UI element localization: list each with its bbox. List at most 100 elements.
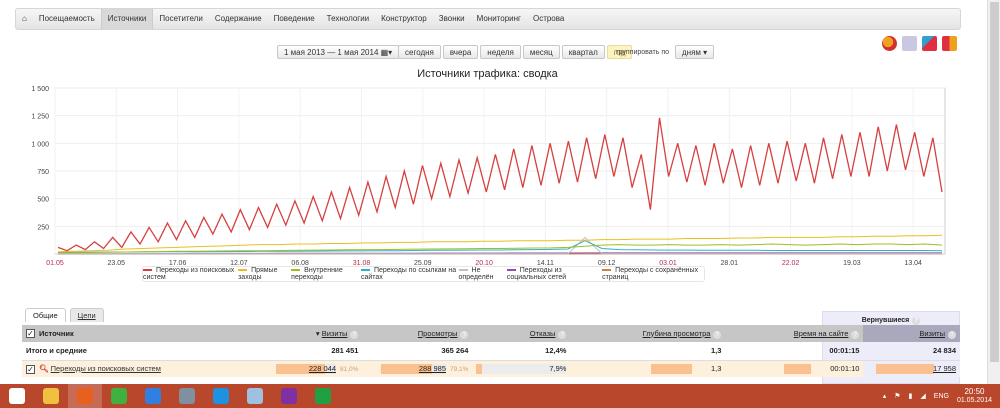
sort-bounces[interactable]: Отказы [530,329,556,338]
help-icon[interactable]: ? [558,330,567,339]
x-tick-label: 06.08 [291,260,309,265]
legend-swatch [360,269,370,272]
y-tick-label: 250 [37,224,49,231]
source-link[interactable]: Переходы из поисковых систем [51,364,161,373]
nav-item[interactable]: Содержание [209,9,268,29]
help-icon[interactable]: ? [350,330,359,339]
notepad-icon-glyph [247,388,263,404]
battery-icon[interactable]: ▮ [909,392,913,400]
line-chart-icon[interactable] [902,36,917,51]
x-tick-label: 01.05 [46,260,64,265]
explorer-icon-glyph [43,388,59,404]
explorer-icon[interactable] [34,384,68,408]
y-tick-label: 1 000 [31,141,49,148]
traffic-chart: 250 500 750 1 000 1 250 1 500 01.05 23.05 17.06 1… [31,86,946,265]
sort-views[interactable]: Просмотры [418,329,458,338]
scrollbar[interactable] [987,0,1000,384]
legend-item[interactable]: Переходы из поисковых систем [143,267,238,281]
help-icon[interactable]: ? [912,317,921,325]
nav-item[interactable]: Звонки [433,9,471,29]
legend-item[interactable]: Не определён [458,267,507,281]
legend-item[interactable]: Переходы по ссылкам на сайтах [360,267,459,281]
period-button[interactable]: квартал [561,45,605,59]
help-icon[interactable]: ? [460,330,469,339]
legend-swatch [602,269,612,272]
legend-item[interactable]: Внутренние переходы [291,267,361,281]
system-tray: ▴ ⚑ ▮ ◢ ENG 20:50 01.05.2014 [883,384,992,408]
icq-icon[interactable] [102,384,136,408]
home-icon[interactable]: ⌂ [16,9,33,29]
legend-swatch [143,269,152,272]
select-all-checkbox[interactable]: ✓ [26,329,35,339]
tray-arrow-icon[interactable]: ▴ [883,392,887,400]
nav-item[interactable]: Источники [100,9,154,29]
network-icon[interactable]: ◢ [920,392,925,400]
row-checkbox[interactable]: ✓ [26,364,35,374]
legend-swatch [506,269,516,272]
legend-label: Переходы из поисковых систем [143,267,235,281]
language-indicator[interactable]: ENG [934,393,949,400]
media-icon-glyph [179,388,195,404]
period-button[interactable]: месяц [522,45,560,59]
winrar-icon-glyph [281,388,297,404]
nav-item[interactable]: Поведение [268,9,321,29]
x-tick-label: 22.02 [782,260,800,265]
legend-swatch [291,269,301,272]
firefox-icon[interactable] [68,384,102,408]
help-icon[interactable]: ? [948,330,956,339]
tab-general[interactable]: Общие [25,308,66,322]
group-label: группировать по [616,48,670,56]
group-select[interactable]: дням ▾ [675,45,715,59]
sort-returning-visits[interactable]: Визиты [919,329,945,338]
legend-label: Переходы по ссылкам на сайтах [360,267,457,281]
x-tick-label: 31.08 [353,260,371,265]
chart-title: Источники трафика: сводка [417,68,558,80]
help-icon[interactable]: ? [851,330,860,339]
nav-item[interactable]: Мониторинг [471,9,527,29]
x-tick-label: 09.12 [598,260,616,265]
pie-chart-icon[interactable] [882,36,897,51]
media-icon[interactable] [170,384,204,408]
period-button[interactable]: вчера [442,45,479,59]
sort-depth[interactable]: Глубина просмотра [643,329,711,338]
legend-item[interactable]: Переходы с сохранённых страниц [602,267,704,281]
nav-item[interactable]: Посетители [153,9,208,29]
period-button[interactable]: сегодня [398,45,441,59]
clock[interactable]: 20:50 01.05.2014 [957,387,992,405]
nav-item[interactable]: Посещаемость [33,9,101,29]
legend-swatch [238,269,248,272]
firefox-icon-glyph [77,388,93,404]
area-chart-icon[interactable] [922,36,937,51]
ie-icon[interactable] [136,384,170,408]
x-tick-label: 25.09 [414,260,432,265]
scrollbar-thumb[interactable] [990,2,999,362]
help-icon[interactable]: ? [713,330,722,339]
skype-icon-glyph [213,388,229,404]
legend-item[interactable]: Прямые заходы [238,267,291,281]
winrar-icon[interactable] [272,384,306,408]
y-tick-label: 1 250 [31,114,49,121]
period-button[interactable]: неделя [480,45,521,59]
nav-item[interactable]: Технологии [321,9,375,29]
legend-item[interactable]: Переходы из социальных сетей [506,267,602,281]
tab-chains[interactable]: Цепи [69,308,104,322]
top-nav: ⌂ Посещаемость Источники Посетители Содержа… [15,8,961,30]
series-line [57,117,943,252]
sort-time[interactable]: Время на сайте [794,329,849,338]
x-tick-label: 19.03 [843,260,861,265]
x-tick-label: 14.11 [537,260,554,265]
start-icon[interactable] [0,384,34,408]
taskbar: ▴ ⚑ ▮ ◢ ENG 20:50 01.05.2014 [0,384,1000,408]
flag-icon[interactable]: ⚑ [894,392,900,400]
totals-row: Итого и средние 281 451 365 264 12,4% 1,… [22,342,960,361]
skype-icon[interactable] [204,384,238,408]
sort-visits[interactable]: Визиты [322,329,348,338]
nav-item[interactable]: Острова [527,9,570,29]
nav-item[interactable]: Конструктор [375,9,433,29]
date-range-picker[interactable]: 1 мая 2013 — 1 мая 2014 ▦▾ [277,45,400,59]
stacked-chart-icon[interactable] [942,36,957,51]
excel-icon[interactable] [306,384,340,408]
notepad-icon[interactable] [238,384,272,408]
start-icon-glyph [9,388,25,404]
y-tick-label: 500 [37,197,49,204]
